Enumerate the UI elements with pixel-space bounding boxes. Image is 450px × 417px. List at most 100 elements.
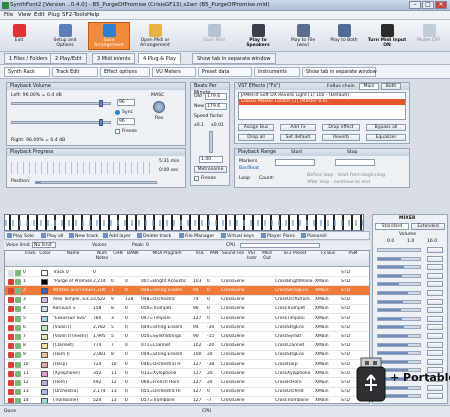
track-solo-toggle[interactable] [15, 324, 21, 331]
cell-chn[interactable]: 0 [111, 279, 125, 284]
file-manager-button[interactable]: File Manager [179, 233, 214, 239]
menu-file[interactable]: File [4, 12, 13, 18]
cell-notes[interactable]: 2,081 [93, 352, 111, 357]
mixer-channel-button[interactable] [427, 298, 443, 305]
track-solo-toggle[interactable] [15, 389, 21, 396]
cell-preset[interactable]: CrossOrchHit [275, 389, 315, 394]
cell-notes[interactable]: 1,995 [93, 334, 111, 339]
play-file-button[interactable]: Play to File (wav) [284, 22, 322, 50]
bypass-all-button[interactable]: Bypass all [366, 124, 406, 131]
cell-psm[interactable]: STD [341, 270, 365, 275]
minimize-button[interactable]: – [409, 1, 421, 9]
subtab-preset-data[interactable]: Preset data [198, 67, 252, 77]
track-solo-toggle[interactable] [15, 269, 21, 276]
cell-prog[interactable]: 047=Timpani [141, 316, 193, 321]
track-color-swatch[interactable] [41, 278, 48, 285]
cell-pan[interactable]: -38 [207, 362, 221, 367]
speed-value[interactable]: 1.00 [199, 156, 223, 163]
mixer-volume-slider[interactable] [377, 291, 421, 295]
play-all-button[interactable]: Play all [41, 233, 63, 239]
menu-plug[interactable]: Plug [48, 12, 60, 18]
cell-sf[interactable]: CrossGeneralMidi.13.sf2 [221, 343, 245, 348]
cell-chn[interactable]: 7 [111, 343, 125, 348]
col-midi-program[interactable]: MIDI Program [141, 251, 193, 257]
cell-bank[interactable]: 0 [125, 362, 141, 367]
cell-pan[interactable]: -20 [207, 343, 221, 348]
cell-pan[interactable]: 20 [207, 371, 221, 376]
cell-fx[interactable]: XMain [315, 297, 341, 302]
mixer-volume-slider[interactable] [377, 342, 421, 347]
mixer-tab-standard[interactable]: Standard [375, 223, 409, 230]
track-solo-toggle[interactable] [15, 306, 21, 313]
cell-bank[interactable]: 0 [125, 288, 141, 293]
track-solo-toggle[interactable] [15, 379, 21, 386]
track-enable-toggle[interactable] [8, 278, 14, 285]
track-solo-toggle[interactable] [15, 287, 21, 294]
cell-vol[interactable]: 127 [193, 371, 207, 376]
cell-preset[interactable]: CrossXylophone [275, 371, 315, 376]
track-color-swatch[interactable] [41, 269, 48, 276]
cell-pan[interactable]: 0 [207, 297, 221, 302]
cell-prog[interactable]: 057=Trombone [141, 398, 193, 403]
piano-roll-overview[interactable] [4, 214, 364, 231]
cell-preset[interactable]: CrossStringEns [275, 288, 315, 293]
cell-prog[interactable]: 049=String Ensem [141, 325, 193, 330]
tab-show-separate[interactable]: Show tab in separate window [192, 53, 276, 64]
right-volume-value[interactable]: 96 [117, 118, 135, 125]
track-solo-toggle[interactable] [15, 297, 21, 304]
col-color[interactable]: Color [37, 251, 53, 257]
cell-vol[interactable]: 127 [193, 316, 207, 321]
cell-fx[interactable]: XMain [315, 343, 341, 348]
cell-vol[interactable]: 103 [193, 279, 207, 284]
cell-n[interactable]: 3 [23, 297, 37, 302]
table-row[interactable]: 9 [Horn I] 2,081 8 0 049=String Ensem 100 20 Cro… [5, 351, 369, 360]
cell-name[interactable]: [Violin II (even)] [53, 334, 93, 339]
table-row[interactable]: 1 "Purge of Promise 2,214 0 0 007=Bright Acou… [5, 277, 369, 287]
cell-prog[interactable]: 013=Xylophone [141, 371, 193, 376]
mixer-channel-button[interactable] [427, 272, 443, 279]
track-enable-toggle[interactable] [8, 324, 14, 331]
mixer-volume-slider[interactable] [377, 256, 421, 261]
right-volume-thumb[interactable] [99, 119, 103, 126]
cell-notes[interactable]: 724 [93, 362, 111, 367]
menu-help[interactable]: Help [87, 12, 100, 18]
track-solo-toggle[interactable] [15, 333, 21, 340]
table-row[interactable]: 14 [Trombone] 524 13 0 057=Trombone 127 -7 Cross… [5, 397, 369, 403]
cell-n[interactable]: 13 [23, 389, 37, 394]
mixer-volume-slider[interactable] [377, 325, 421, 330]
cell-pan[interactable]: 0 [207, 306, 221, 311]
cell-preset[interactable]: CrossSynStr [275, 334, 315, 339]
cell-bank[interactable]: 0 [125, 398, 141, 403]
cell-psm[interactable]: STD [341, 306, 365, 311]
cell-notes[interactable]: 158 [93, 306, 111, 311]
cell-chn[interactable]: 5 [111, 325, 125, 330]
cell-vol[interactable]: 127 [193, 389, 207, 394]
cell-psm[interactable]: STD [341, 334, 365, 339]
cell-fx[interactable]: XMain [315, 352, 341, 357]
col-num-notes[interactable]: Num Notes [93, 251, 111, 261]
right-volume-slider[interactable] [11, 121, 111, 124]
cell-prog[interactable]: 071=Clarinet [141, 343, 193, 348]
cell-sf[interactable]: CrossGeneralMidi.13.sf2 [221, 380, 245, 385]
cell-vol[interactable]: 127 [193, 362, 207, 367]
track-color-swatch[interactable] [41, 315, 48, 322]
cell-psm[interactable]: STD [341, 343, 365, 348]
cell-fx[interactable]: XMain [315, 306, 341, 311]
cell-name[interactable]: "Exkarsun Sva" [53, 316, 93, 321]
cell-name[interactable]: Track 0 [53, 270, 93, 275]
cell-pan[interactable]: 0 [207, 288, 221, 293]
cell-notes[interactable]: 492 [93, 380, 111, 385]
cell-n[interactable]: 10 [23, 362, 37, 367]
cell-n[interactable]: 7 [23, 334, 37, 339]
col-track[interactable]: Track [23, 251, 37, 257]
save-arrangement-button[interactable]: Save Arrangement [88, 22, 130, 50]
col-chn[interactable]: CHN [111, 251, 125, 257]
subtab-instruments[interactable]: Instruments [254, 67, 300, 77]
bpm-new-value[interactable]: 179.6 [205, 103, 227, 110]
play-speakers-button[interactable]: Play to Speakers [236, 22, 280, 50]
play-solo-button[interactable]: Play Solo [7, 233, 34, 239]
play-both-button[interactable]: Play to Both [326, 22, 362, 50]
track-color-swatch[interactable] [41, 297, 48, 304]
track-enable-toggle[interactable] [8, 306, 14, 313]
col-midi-out[interactable]: MIDI Out [259, 251, 275, 261]
